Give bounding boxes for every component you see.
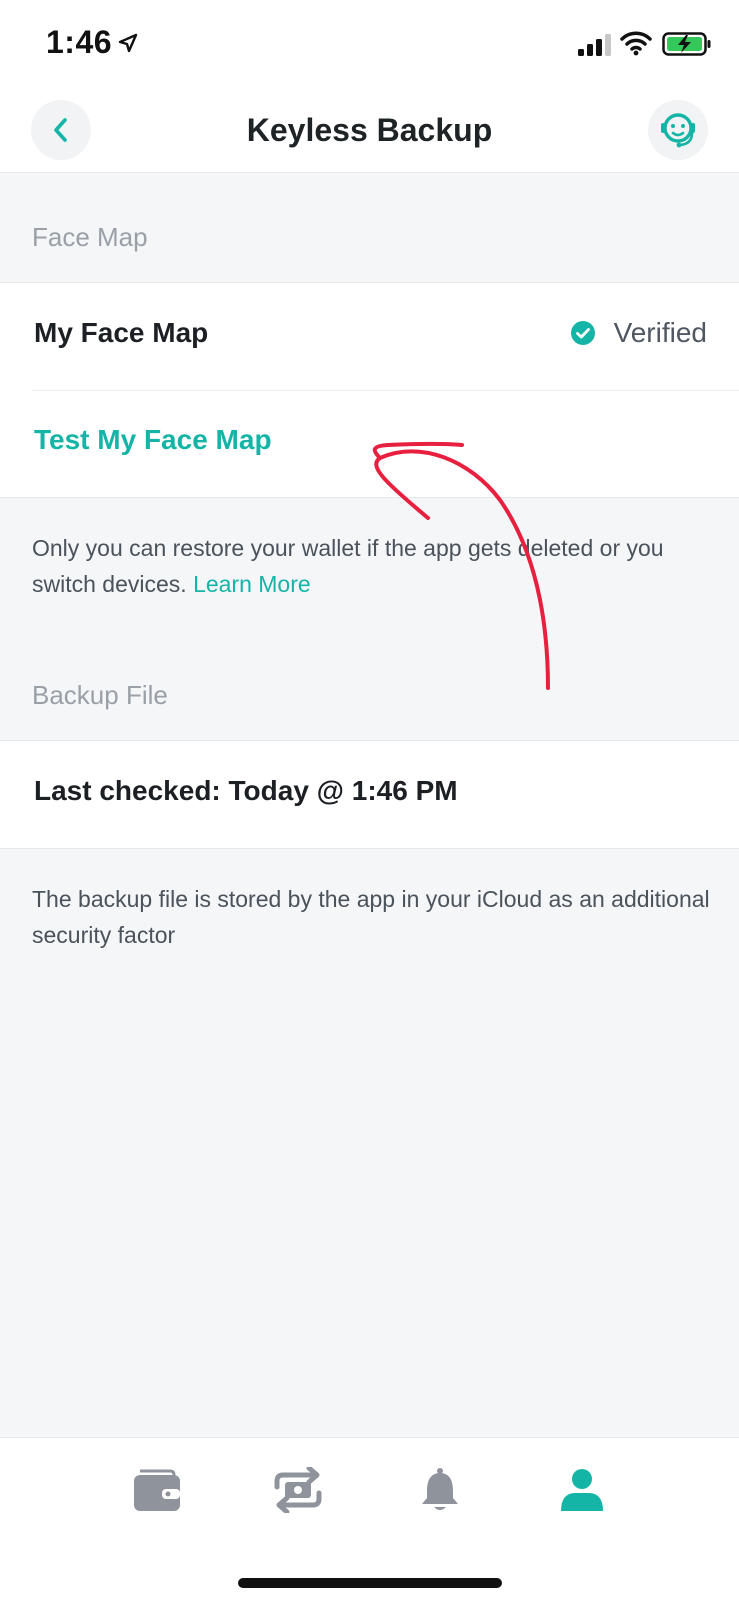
support-agent-icon — [661, 113, 695, 148]
verified-label: Verified — [613, 317, 707, 348]
backup-file-description: The backup file is stored by the app in … — [32, 886, 710, 948]
tab-profile[interactable] — [552, 1462, 612, 1518]
row-divider — [32, 390, 739, 391]
status-bar: 1:46 — [0, 0, 739, 90]
navigation-bar: Keyless Backup — [0, 90, 739, 173]
home-indicator — [238, 1578, 502, 1588]
face-map-description-text: Only you can restore your wallet if the … — [32, 535, 664, 597]
my-face-map-row[interactable]: My Face Map Verified — [0, 283, 739, 390]
tab-bar — [0, 1437, 739, 1601]
tab-wallet[interactable] — [127, 1462, 187, 1518]
last-checked-label: Last checked: Today @ 1:46 PM — [34, 775, 458, 806]
backup-file-section-header: Backup File — [32, 680, 168, 710]
exchange-icon — [274, 1467, 322, 1513]
tab-notifications[interactable] — [410, 1462, 470, 1518]
face-map-section-header: Face Map — [32, 222, 148, 252]
profile-icon — [561, 1469, 603, 1511]
location-arrow-icon — [118, 33, 138, 53]
tab-exchange[interactable] — [268, 1462, 328, 1518]
cellular-signal-icon — [578, 34, 611, 56]
learn-more-link[interactable]: Learn More — [193, 571, 311, 597]
face-map-group: My Face Map Verified Test My Face Map — [0, 282, 739, 498]
my-face-map-label: My Face Map — [34, 317, 209, 348]
check-circle-icon — [570, 321, 595, 345]
bell-icon — [422, 1468, 458, 1510]
wallet-icon — [134, 1469, 180, 1511]
battery-charging-icon — [662, 32, 711, 56]
status-time: 1:46 — [46, 24, 113, 60]
backup-file-group: Last checked: Today @ 1:46 PM — [0, 740, 739, 849]
test-face-map-link[interactable]: Test My Face Map — [34, 424, 272, 456]
face-map-description: Only you can restore your wallet if the … — [32, 530, 712, 602]
page-title: Keyless Backup — [246, 112, 493, 148]
verified-status: Verified — [570, 317, 707, 349]
support-button[interactable] — [648, 100, 708, 160]
wifi-icon — [620, 31, 652, 56]
